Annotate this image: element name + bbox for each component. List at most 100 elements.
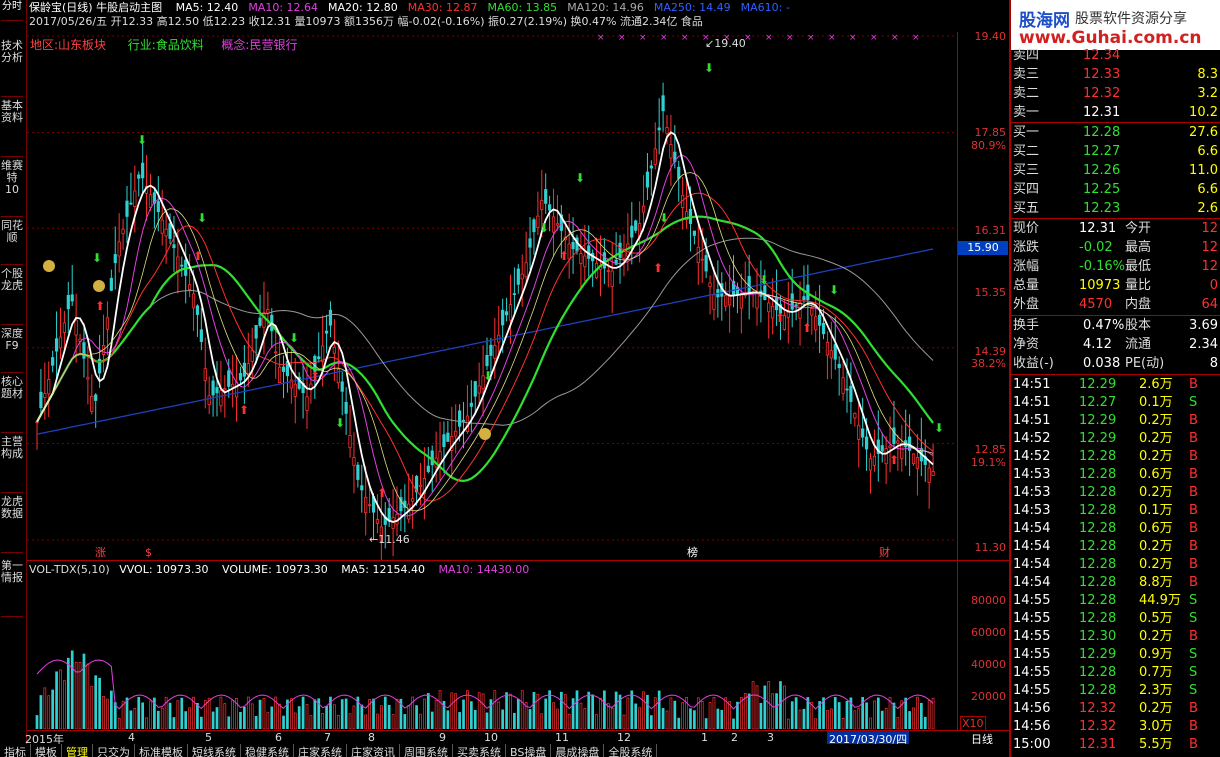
tick-t: 14:54 <box>1013 557 1051 572</box>
volume-bar <box>724 697 728 729</box>
rail-btn-theme[interactable]: 核心题材 <box>1 376 23 433</box>
price-axis: 19.40 17.85 80.9% 16.31 15.90 15.35 14.3… <box>957 30 1010 560</box>
ma-legend-item: MA30: 12.87 <box>407 1 478 14</box>
volume-bar <box>689 708 692 729</box>
volume-bar <box>407 705 411 729</box>
bottom-tab[interactable]: 标准模板 <box>135 744 188 757</box>
volume-bar <box>876 697 880 729</box>
tick-p: 12.28 <box>1079 539 1117 554</box>
axis-label-1785: 17.85 <box>974 126 1007 139</box>
volume-bar <box>219 696 223 729</box>
stat-row-cell: 4570 <box>1079 297 1113 312</box>
volume-bar <box>505 692 508 729</box>
ma-legend-item: MA20: 12.80 <box>328 1 398 14</box>
volume-bar <box>227 716 231 729</box>
bottom-tab[interactable]: 庄家系统 <box>294 744 347 757</box>
rail-btn-tech[interactable]: 技术分析 <box>1 40 23 97</box>
stat-row-cell: 12.31 <box>1079 221 1117 236</box>
tick-p: 12.29 <box>1079 413 1117 428</box>
tick-v: 0.1万 <box>1139 395 1173 410</box>
kline-chart[interactable]: × × × × × × × × × × × × × × × ×↙19.40←11.46涨 $ 榜财⬇⬇⬇⬇⬇⬇⬇⬇… <box>27 32 957 560</box>
bottom-tab[interactable]: 周围系统 <box>400 744 453 757</box>
logo-tagline: 股票软件资源分享 <box>1075 11 1187 27</box>
volume-bar <box>231 699 235 729</box>
volume-bar <box>270 706 274 729</box>
volume-bar <box>266 712 270 729</box>
bottom-tab[interactable]: 全股系统 <box>604 744 658 757</box>
chart-title: 保龄宝(日线) 牛股启动主图 <box>29 1 163 14</box>
bid-row-cell: 6.6 <box>1197 144 1218 159</box>
volume-bar <box>865 702 868 729</box>
event-marker: 涨 <box>95 546 106 559</box>
bottom-tab[interactable]: BS操盘 <box>506 744 552 757</box>
vol-axis-20000: 20000 <box>971 690 1006 703</box>
signal-mark: × <box>618 33 626 43</box>
bottom-tab[interactable]: 短线系统 <box>188 744 241 757</box>
volume-bar <box>841 718 845 729</box>
axis-label-1631: 16.31 <box>974 224 1007 237</box>
rail-btn-business[interactable]: 主营构成 <box>1 436 23 493</box>
volume-bar <box>880 710 884 729</box>
bottom-tab[interactable]: 买卖系统 <box>453 744 506 757</box>
high-price-label: ↙19.40 <box>705 37 746 50</box>
stat-row-cell: 总量 <box>1013 278 1040 293</box>
volume-bar <box>548 690 551 729</box>
ask-row-cell: 卖二 <box>1013 86 1040 101</box>
tick-p: 12.32 <box>1079 719 1117 734</box>
fund-row-cell: 流通 <box>1125 337 1152 352</box>
signal-mark: × <box>870 33 878 43</box>
volume-bar <box>133 708 137 729</box>
rail-btn-lhdata[interactable]: 龙虎数据 <box>1 496 23 553</box>
chart-header: 保龄宝(日线) 牛股启动主图 MA5: 12.40 MA10: 12.64 MA20… <box>27 0 957 32</box>
bottom-tab[interactable]: 指标 <box>0 744 31 757</box>
volume-bar <box>297 706 301 729</box>
bottom-tab[interactable]: 模板 <box>31 744 62 757</box>
tick-s: B <box>1189 521 1198 536</box>
volume-bar <box>779 681 782 729</box>
bid-row-cell: 买四 <box>1013 182 1040 197</box>
axis-label-382: 38.2% <box>971 357 1006 370</box>
volume-bar <box>336 714 340 729</box>
bottom-tab[interactable]: 只交为 <box>93 744 135 757</box>
rail-btn-longhu[interactable]: 个股龙虎 <box>1 268 23 325</box>
ask-row: 卖一 12.31 10.2 <box>1011 103 1220 122</box>
money-bag-icon <box>479 428 491 440</box>
volume-bar <box>215 707 219 729</box>
tick-v: 0.2万 <box>1139 449 1173 464</box>
tick-v: 0.6万 <box>1139 521 1173 536</box>
tick-p: 12.28 <box>1079 593 1117 608</box>
tick-v: 2.3万 <box>1139 683 1173 698</box>
tick-row: 14:52 12.28 0.2万 B <box>1011 448 1220 466</box>
rail-btn-basic[interactable]: 基本资料 <box>1 100 23 157</box>
stat-row-cell: 64 <box>1201 297 1218 312</box>
signal-mark: × <box>891 33 899 43</box>
axis-label-1130: 11.30 <box>974 541 1007 554</box>
date-9: 9 <box>439 731 446 744</box>
rail-btn-f9[interactable]: 深度F9 <box>1 328 23 373</box>
rail-btn-top[interactable]: 分时 <box>1 0 23 21</box>
volume-bar <box>845 700 849 729</box>
bottom-tab[interactable]: 稳健系统 <box>241 744 294 757</box>
rail-btn-weisai[interactable]: 维赛特10 <box>1 160 23 217</box>
volume-bar <box>497 701 501 729</box>
stat-row-cell: 涨跌 <box>1013 240 1040 255</box>
bottom-tab[interactable]: 晨成操盘 <box>551 744 605 757</box>
volume-panel[interactable]: VOL-TDX(5,10) VVOL: 10973.30 VOLUME: 109… <box>27 560 957 731</box>
tick-s: B <box>1189 737 1198 752</box>
rail-btn-ths[interactable]: 同花顺 <box>1 220 23 265</box>
bottom-tab[interactable]: 庄家资讯 <box>347 744 400 757</box>
volume-bar <box>610 707 614 729</box>
volume-bar <box>109 690 113 729</box>
volume-bar <box>732 718 735 729</box>
volume-bar <box>43 687 47 729</box>
volume-bar <box>896 717 900 729</box>
volume-bar <box>747 693 751 729</box>
tick-row: 14:55 12.30 0.2万 B <box>1011 628 1220 646</box>
volume-bar <box>665 710 669 729</box>
money-bag-icon <box>93 280 105 292</box>
tick-v: 0.1万 <box>1139 503 1173 518</box>
fund-row-cell: 3.69 <box>1189 318 1218 333</box>
rail-btn-intel[interactable]: 第一情报 <box>1 560 23 617</box>
volume-bar <box>673 700 677 729</box>
bottom-tab[interactable]: 管理 <box>62 744 93 757</box>
